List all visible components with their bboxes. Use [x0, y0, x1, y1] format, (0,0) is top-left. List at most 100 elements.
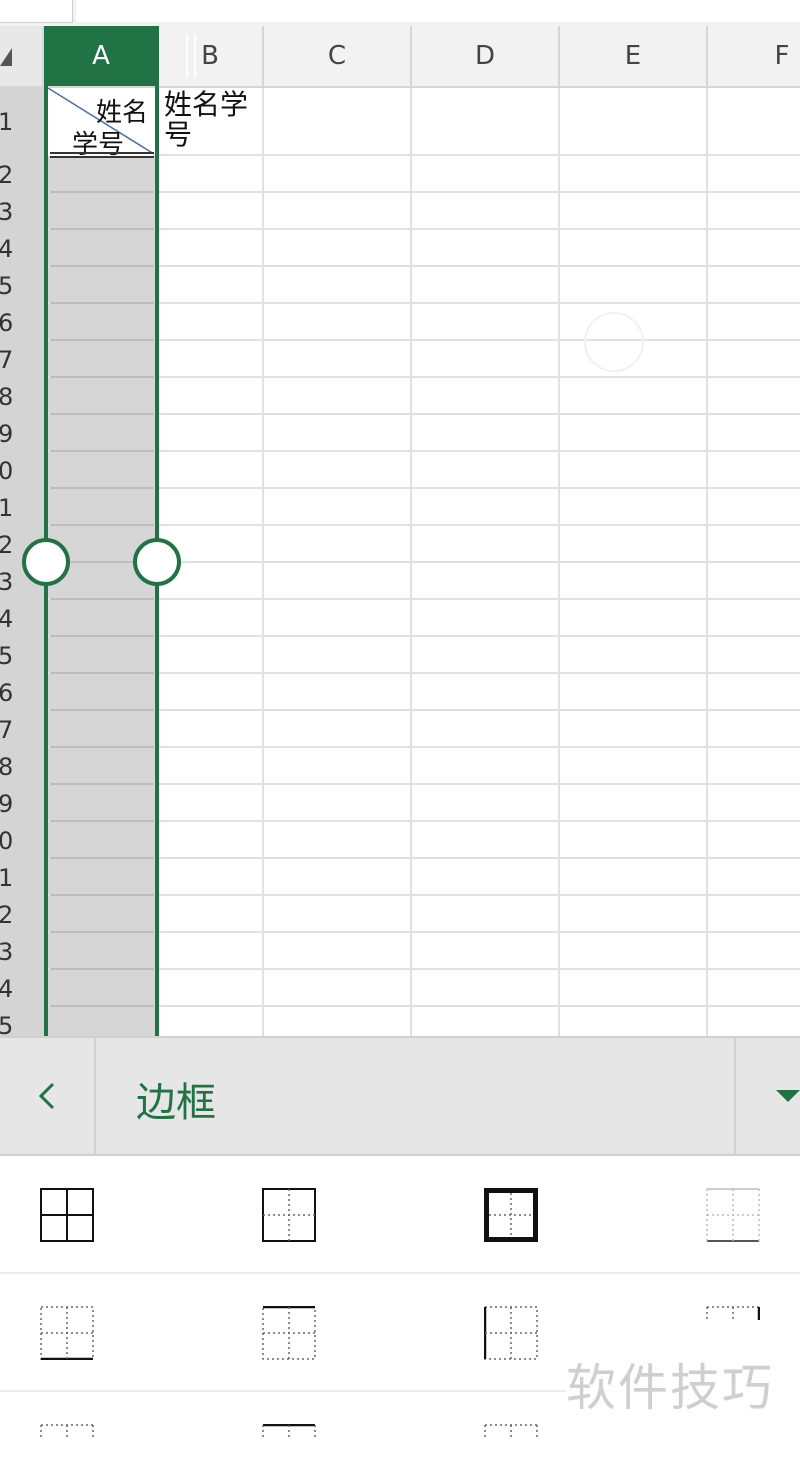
- selected-column-row-line: [50, 931, 154, 933]
- selected-column-row-line: [50, 635, 154, 637]
- row-header[interactable]: 3: [0, 193, 44, 230]
- selected-column-row-line: [50, 672, 154, 674]
- row-header[interactable]: 4: [0, 970, 44, 1007]
- double-bottom-border: [50, 152, 154, 158]
- selected-column-row-line: [50, 783, 154, 785]
- row-header[interactable]: 5: [0, 637, 44, 674]
- column-header-a[interactable]: A: [46, 26, 196, 86]
- row-header[interactable]: 1: [0, 88, 44, 156]
- back-button[interactable]: [0, 1038, 96, 1154]
- column-gridline: [262, 88, 264, 1036]
- select-all-icon: [0, 48, 12, 66]
- row-label: 0: [0, 456, 14, 485]
- row-header[interactable]: 9: [0, 415, 44, 452]
- row-header[interactable]: 0: [0, 822, 44, 859]
- row-label: 2: [0, 900, 14, 929]
- row-label: 3: [0, 567, 14, 596]
- selected-column-row-line: [50, 820, 154, 822]
- selected-column-row-line: [50, 450, 154, 452]
- column-label-e: E: [624, 41, 642, 71]
- row-label: 2: [0, 530, 14, 559]
- formula-bar: [0, 0, 800, 27]
- border-option-icon[interactable]: [40, 1424, 94, 1478]
- row-label: 9: [0, 419, 14, 448]
- column-gridline: [706, 88, 708, 1036]
- spreadsheet-grid[interactable]: A B C D E F 1 2 3 4 5 6 7 8 9 0 1 2 3 4 5 6 7 8 9 0 1 2 3 4 5 姓名…: [0, 26, 800, 1036]
- column-header-d[interactable]: D: [412, 26, 560, 86]
- chevron-left-icon: [38, 1082, 55, 1110]
- column-header-e[interactable]: E: [560, 26, 708, 86]
- row-header[interactable]: 6: [0, 304, 44, 341]
- selected-column-row-line: [50, 524, 154, 526]
- column-header-b[interactable]: B: [158, 26, 264, 86]
- border-option-icon[interactable]: [262, 1424, 316, 1478]
- selection-left-border: [44, 26, 48, 1036]
- selected-column-row-line: [50, 376, 154, 378]
- outside-borders-dotted-inside-icon[interactable]: [262, 1188, 316, 1242]
- row-label: 5: [0, 1011, 14, 1037]
- row-label: 1: [0, 108, 14, 136]
- grid-row-divider: [0, 1272, 800, 1274]
- selected-column-row-line: [50, 746, 154, 748]
- selected-column-row-line: [50, 968, 154, 970]
- row-header[interactable]: 1: [0, 859, 44, 896]
- selected-column-row-line: [50, 709, 154, 711]
- row-label: 6: [0, 678, 14, 707]
- column-header-c[interactable]: C: [264, 26, 412, 86]
- row-label: 2: [0, 160, 14, 189]
- selection-handle-right[interactable]: [133, 538, 181, 586]
- row-label: 9: [0, 789, 14, 818]
- top-bottom-borders-icon[interactable]: [262, 1306, 316, 1360]
- selected-column-fill: [46, 156, 156, 1036]
- thick-outside-borders-icon[interactable]: [484, 1188, 538, 1242]
- panel-title: 边框: [136, 1080, 216, 1126]
- selected-column-row-line: [50, 191, 154, 193]
- row-header[interactable]: 5: [0, 1007, 44, 1037]
- selected-column-row-line: [50, 894, 154, 896]
- row-header[interactable]: 3: [0, 933, 44, 970]
- row-header[interactable]: 8: [0, 748, 44, 785]
- row-label: 4: [0, 234, 14, 263]
- selection-handle-left[interactable]: [22, 538, 70, 586]
- row-label: 7: [0, 345, 14, 374]
- caret-down-icon: [776, 1090, 800, 1102]
- row-header[interactable]: 8: [0, 378, 44, 415]
- row-label: 7: [0, 715, 14, 744]
- row-label: 4: [0, 604, 14, 633]
- row-header[interactable]: 1: [0, 489, 44, 526]
- formula-input[interactable]: [76, 0, 800, 22]
- light-dotted-borders-icon[interactable]: [706, 1188, 760, 1242]
- column-header-f[interactable]: F: [708, 26, 800, 86]
- row-header[interactable]: 4: [0, 230, 44, 267]
- row-label: 3: [0, 197, 14, 226]
- column-label-a: A: [92, 41, 110, 71]
- row-label: 3: [0, 937, 14, 966]
- border-option-icon[interactable]: [484, 1424, 538, 1478]
- column-gridline: [558, 88, 560, 1036]
- row-header[interactable]: 9: [0, 785, 44, 822]
- row-header[interactable]: 2: [0, 156, 44, 193]
- row-label: 0: [0, 826, 14, 855]
- selected-column-row-line: [50, 265, 154, 267]
- column-label-f: F: [774, 41, 790, 71]
- row-label: 8: [0, 382, 14, 411]
- row-header[interactable]: 5: [0, 267, 44, 304]
- column-gridline: [410, 88, 412, 1036]
- row-header[interactable]: 7: [0, 711, 44, 748]
- row-header[interactable]: 2: [0, 896, 44, 933]
- select-all-corner[interactable]: [0, 26, 44, 86]
- cell-a1[interactable]: 姓名 学号: [48, 88, 154, 160]
- column-label-b: B: [201, 41, 219, 71]
- column-label-c: C: [327, 41, 347, 71]
- name-box[interactable]: [0, 0, 73, 23]
- cell-b1[interactable]: 姓名学号: [164, 90, 260, 150]
- bottom-border-dotted-icon[interactable]: [40, 1306, 94, 1360]
- all-borders-icon[interactable]: [40, 1188, 94, 1242]
- row-header[interactable]: 7: [0, 341, 44, 378]
- row-label: 6: [0, 308, 14, 337]
- collapse-panel-button[interactable]: [734, 1038, 800, 1154]
- row-header[interactable]: 6: [0, 674, 44, 711]
- row-header[interactable]: 4: [0, 600, 44, 637]
- row-header[interactable]: 0: [0, 452, 44, 489]
- left-border-dotted-icon[interactable]: [484, 1306, 538, 1360]
